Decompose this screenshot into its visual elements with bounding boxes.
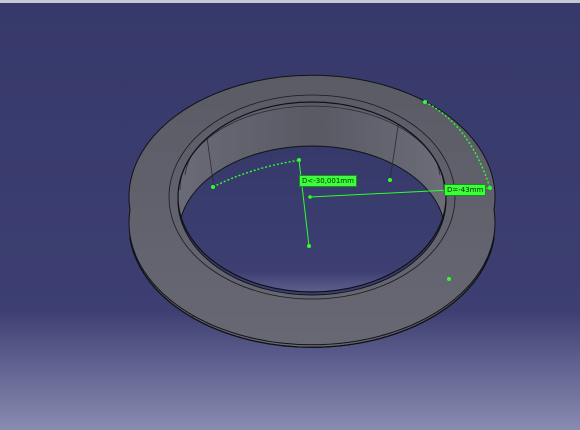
ring-part[interactable] — [128, 74, 496, 348]
measure-point[interactable] — [307, 244, 311, 248]
measure-point[interactable] — [488, 186, 492, 190]
radius-dimension-label[interactable]: D<-30,001mm — [299, 175, 357, 187]
measure-point[interactable] — [297, 158, 301, 162]
diameter-dimension-label[interactable]: D=-43mm — [444, 184, 487, 196]
measure-point[interactable] — [447, 277, 451, 281]
measure-point[interactable] — [388, 178, 392, 182]
measure-center-point[interactable] — [308, 195, 312, 199]
measure-point[interactable] — [211, 185, 215, 189]
scene-canvas[interactable] — [0, 0, 580, 430]
3d-viewport[interactable]: D<-30,001mm D=-43mm — [0, 0, 580, 430]
measure-point[interactable] — [423, 100, 427, 104]
